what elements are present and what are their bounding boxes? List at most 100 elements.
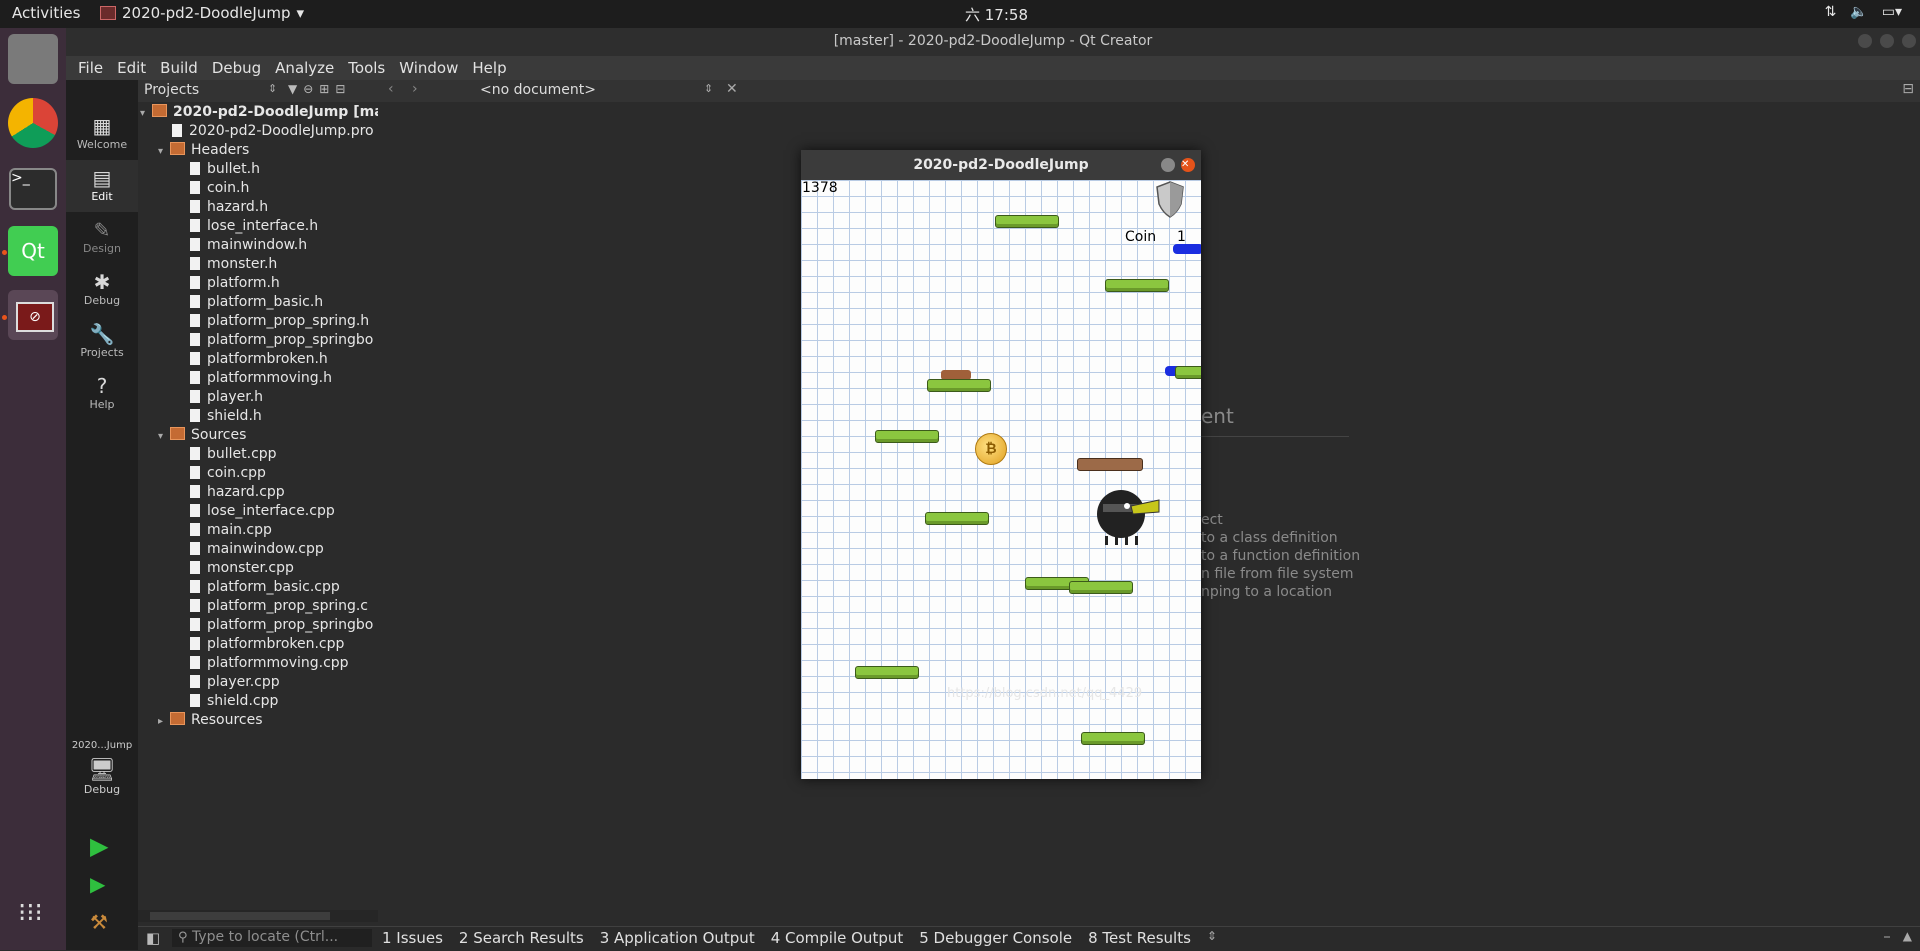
game-canvas[interactable]: 1378 Coin 1 ₿ https://blog.csdn.net/qq_4…: [801, 180, 1201, 779]
tree-file-source[interactable]: main.cpp: [190, 522, 272, 541]
activities-button[interactable]: Activities: [12, 4, 80, 22]
window-titlebar: [master] - 2020-pd2-DoodleJump - Qt Crea…: [66, 28, 1920, 56]
tab-test-results[interactable]: 8 Test Results: [1088, 929, 1191, 947]
tree-folder-resources[interactable]: ▸ Resources: [158, 712, 263, 731]
tree-file-header[interactable]: lose_interface.h: [190, 218, 318, 237]
tree-file-source[interactable]: shield.cpp: [190, 693, 278, 712]
tab-application-output[interactable]: 3 Application Output: [600, 929, 755, 947]
projects-toolbar: Projects ⇕ ▼⊖⊞⊟: [138, 80, 378, 102]
tree-file-source[interactable]: hazard.cpp: [190, 484, 285, 503]
expand-arrow-icon[interactable]: ▾: [158, 431, 170, 442]
tree-file-source[interactable]: mainwindow.cpp: [190, 541, 324, 560]
sidebar-toggle-icon[interactable]: ◧: [146, 929, 160, 947]
progress-toggle-icon[interactable]: ⎯: [1884, 929, 1890, 944]
file-icon: [190, 276, 200, 289]
app-menu[interactable]: 2020-pd2-DoodleJump ▾: [100, 4, 304, 22]
tree-file-header[interactable]: platform_prop_spring.h: [190, 313, 369, 332]
tree-file-source[interactable]: platform_prop_springbo: [190, 617, 373, 636]
projects-toolbar-icons[interactable]: ▼⊖⊞⊟: [288, 82, 351, 96]
mode-design[interactable]: ✎ Design: [66, 212, 138, 264]
tree-project-root[interactable]: ▾ 2020-pd2-DoodleJump [mas: [140, 104, 378, 123]
game-close-button[interactable]: ✕: [1181, 158, 1195, 172]
tree-item-label: hazard.h: [207, 199, 269, 215]
document-selector[interactable]: <no document>: [480, 82, 596, 98]
tree-folder-sources[interactable]: ▾ Sources: [158, 427, 246, 446]
tree-horizontal-scrollbar[interactable]: [138, 910, 378, 922]
debug-run-button[interactable]: ▶: [90, 872, 105, 896]
mode-welcome[interactable]: ▦ Welcome: [66, 108, 138, 160]
tree-file-header[interactable]: mainwindow.h: [190, 237, 307, 256]
system-tray[interactable]: ⇅ 🔈 ▭▾: [1825, 4, 1902, 20]
ubuntu-dock: >_ Qt ⊘ ⁝⁝⁝: [0, 28, 66, 950]
tree-file-source[interactable]: coin.cpp: [190, 465, 266, 484]
tree-folder-headers[interactable]: ▾ Headers: [158, 142, 249, 161]
run-button[interactable]: ▶: [90, 832, 108, 860]
menu-help[interactable]: Help: [472, 59, 506, 77]
qt-creator-icon[interactable]: Qt: [8, 226, 58, 276]
file-icon: [190, 694, 200, 707]
menu-file[interactable]: File: [78, 59, 103, 77]
forward-icon[interactable]: ›: [412, 81, 418, 97]
game-minimize-button[interactable]: [1161, 158, 1175, 172]
split-icon[interactable]: ⊟: [1902, 81, 1914, 97]
tree-file-header[interactable]: player.h: [190, 389, 263, 408]
mode-edit[interactable]: ▤ Edit: [66, 160, 138, 212]
tab-debugger-console[interactable]: 5 Debugger Console: [919, 929, 1072, 947]
tree-file-header[interactable]: platform_prop_springbo: [190, 332, 373, 351]
locator-input[interactable]: Type to locate (Ctrl...: [172, 929, 372, 947]
menu-debug[interactable]: Debug: [212, 59, 261, 77]
kit-selector[interactable]: 🖥 Debug: [66, 758, 138, 808]
menu-window[interactable]: Window: [399, 59, 458, 77]
expand-arrow-icon[interactable]: ▾: [158, 146, 170, 157]
tree-file-header[interactable]: platform.h: [190, 275, 280, 294]
tree-file-source[interactable]: bullet.cpp: [190, 446, 277, 465]
tree-file-source[interactable]: platform_prop_spring.c: [190, 598, 368, 617]
output-maximize-icon[interactable]: ▲: [1903, 929, 1912, 943]
tree-file-source[interactable]: lose_interface.cpp: [190, 503, 335, 522]
tree-file-source[interactable]: platformbroken.cpp: [190, 636, 344, 655]
tree-file-source[interactable]: player.cpp: [190, 674, 280, 693]
tree-file-header[interactable]: shield.h: [190, 408, 262, 427]
hint-line: n file from file system: [1201, 566, 1354, 582]
close-document-icon[interactable]: ✕: [726, 81, 738, 97]
clock[interactable]: 六 17:58: [965, 4, 1028, 25]
tree-file-header[interactable]: platform_basic.h: [190, 294, 323, 313]
updown-icon[interactable]: ⇕: [1207, 929, 1217, 947]
projects-selector[interactable]: Projects: [144, 82, 199, 98]
tree-file-header[interactable]: monster.h: [190, 256, 277, 275]
tree-pro-file[interactable]: 2020-pd2-DoodleJump.pro: [172, 123, 374, 142]
menu-analyze[interactable]: Analyze: [275, 59, 334, 77]
tree-file-header[interactable]: platformbroken.h: [190, 351, 328, 370]
mode-help[interactable]: ? Help: [66, 368, 138, 420]
tree-file-source[interactable]: platformmoving.cpp: [190, 655, 349, 674]
platform: [927, 379, 991, 392]
terminal-icon[interactable]: >_: [9, 168, 57, 210]
scrollbar-thumb[interactable]: [150, 912, 330, 920]
show-applications-icon[interactable]: ⁝⁝⁝: [18, 898, 43, 928]
files-icon[interactable]: [8, 34, 58, 84]
minimize-button[interactable]: [1858, 34, 1872, 48]
tree-file-source[interactable]: platform_basic.cpp: [190, 579, 340, 598]
expand-arrow-icon[interactable]: ▾: [140, 108, 152, 119]
close-button[interactable]: [1902, 34, 1916, 48]
back-icon[interactable]: ‹: [388, 81, 394, 97]
chrome-icon[interactable]: [8, 98, 58, 148]
collapse-arrow-icon[interactable]: ▸: [158, 716, 170, 727]
tree-file-header[interactable]: coin.h: [190, 180, 249, 199]
tab-compile-output[interactable]: 4 Compile Output: [771, 929, 904, 947]
tree-item-label: platformmoving.cpp: [207, 655, 349, 671]
tree-file-header[interactable]: bullet.h: [190, 161, 260, 180]
maximize-button[interactable]: [1880, 34, 1894, 48]
tree-file-source[interactable]: monster.cpp: [190, 560, 294, 579]
tab-search-results[interactable]: 2 Search Results: [459, 929, 584, 947]
menu-build[interactable]: Build: [160, 59, 198, 77]
mode-projects[interactable]: 🔧 Projects: [66, 316, 138, 368]
mode-debug[interactable]: ✱ Debug: [66, 264, 138, 316]
menu-tools[interactable]: Tools: [348, 59, 385, 77]
tab-issues[interactable]: 1 Issues: [382, 929, 443, 947]
tree-file-header[interactable]: platformmoving.h: [190, 370, 332, 389]
build-hammer-icon[interactable]: ⚒: [90, 910, 108, 934]
doodlejump-app-icon[interactable]: ⊘: [8, 290, 58, 340]
menu-edit[interactable]: Edit: [117, 59, 146, 77]
tree-file-header[interactable]: hazard.h: [190, 199, 268, 218]
